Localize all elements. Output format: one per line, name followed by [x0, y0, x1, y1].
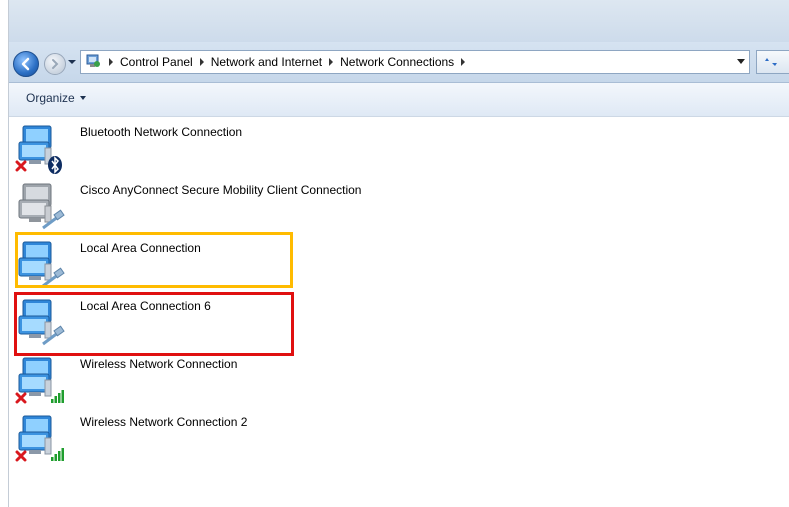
control-panel-icon [86, 54, 100, 67]
refresh-arrows-icon [765, 58, 777, 66]
recent-pages-dropdown-icon[interactable] [67, 56, 77, 68]
command-bar: Organize [9, 83, 789, 117]
forward-arrow-icon [52, 59, 59, 69]
network-computer-icon [18, 241, 65, 288]
signal-bars-icon [51, 448, 64, 461]
list-item[interactable]: Cisco AnyConnect Secure Mobility Client … [15, 175, 615, 230]
forward-button[interactable] [44, 53, 66, 75]
disabled-x-icon [15, 450, 27, 462]
breadcrumb-network-and-internet[interactable]: Network and Internet [211, 55, 322, 69]
connection-name: Bluetooth Network Connection [80, 125, 243, 139]
network-computer-icon [15, 357, 64, 404]
list-item[interactable]: Wireless Network Connection [15, 349, 615, 404]
breadcrumb-separator-icon[interactable] [329, 58, 334, 66]
address-history-dropdown-icon[interactable] [737, 59, 745, 64]
connection-name: Local Area Connection [80, 241, 201, 255]
bluetooth-icon [48, 156, 62, 174]
breadcrumb-separator-icon[interactable] [199, 58, 204, 66]
disabled-x-icon [15, 160, 27, 172]
back-button[interactable] [13, 51, 39, 77]
organize-label: Organize [26, 91, 75, 105]
list-item[interactable]: Bluetooth Network Connection [15, 117, 615, 174]
connections-list: Bluetooth Network Connection Cisco AnyCo… [9, 117, 789, 507]
refresh-button[interactable] [756, 50, 789, 74]
connection-name: Wireless Network Connection 2 [80, 415, 248, 429]
connection-name: Local Area Connection 6 [80, 299, 211, 313]
back-arrow-icon [21, 57, 30, 71]
organize-menu-button[interactable]: Organize [26, 91, 86, 105]
network-computer-icon [18, 299, 65, 346]
list-item[interactable]: Local Area Connection [15, 233, 615, 288]
list-item[interactable]: Local Area Connection 6 [15, 291, 615, 346]
network-computer-icon [15, 415, 64, 462]
disabled-x-icon [15, 392, 27, 404]
explorer-window: Control Panel Network and Internet Netwo… [0, 0, 789, 507]
signal-bars-icon [51, 390, 64, 403]
network-computer-icon [18, 183, 65, 230]
breadcrumb-network-connections[interactable]: Network Connections [340, 55, 454, 69]
organize-dropdown-icon [79, 96, 86, 100]
breadcrumb-control-panel[interactable]: Control Panel [120, 55, 193, 69]
breadcrumb-separator-icon[interactable] [109, 58, 113, 66]
connection-name: Cisco AnyConnect Secure Mobility Client … [80, 183, 362, 197]
title-bar [9, 0, 789, 42]
list-item[interactable]: Wireless Network Connection 2 [15, 407, 615, 462]
network-computer-icon [15, 125, 62, 174]
address-bar[interactable]: Control Panel Network and Internet Netwo… [80, 50, 750, 74]
breadcrumb: Control Panel Network and Internet Netwo… [105, 51, 472, 73]
connection-name: Wireless Network Connection [80, 357, 238, 371]
breadcrumb-separator-icon[interactable] [461, 58, 466, 66]
